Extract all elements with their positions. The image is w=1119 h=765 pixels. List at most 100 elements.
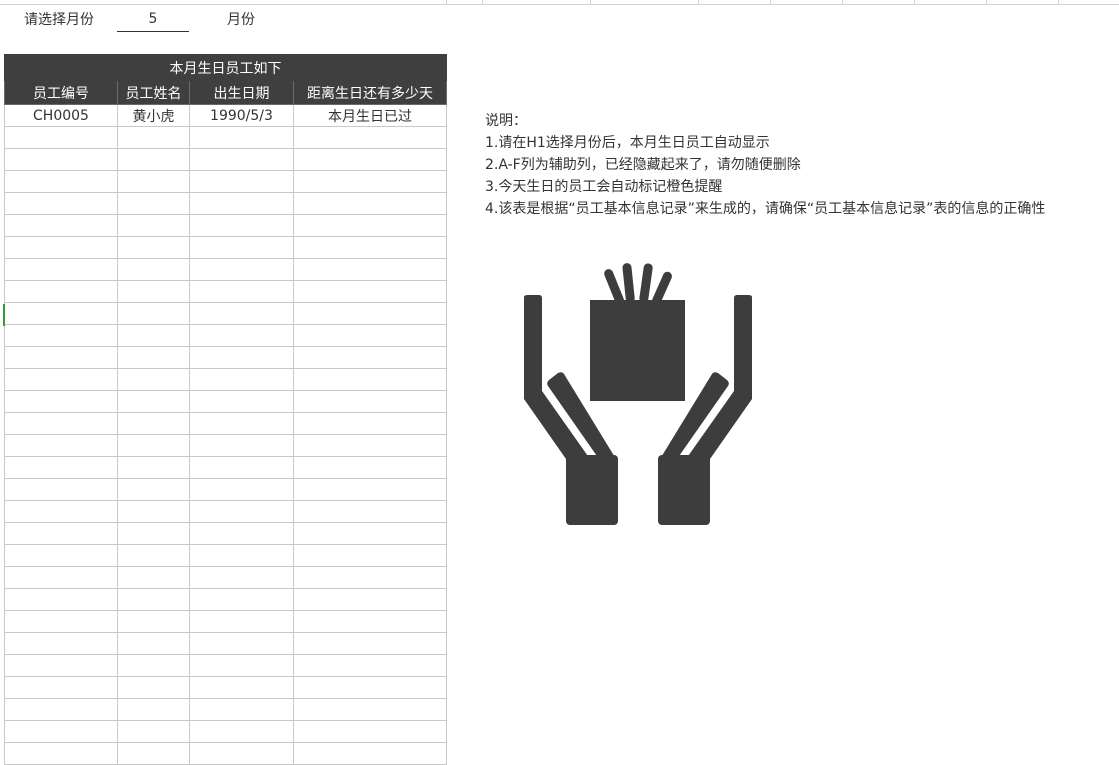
empty-cell[interactable]	[4, 192, 118, 215]
empty-cell[interactable]	[189, 742, 294, 765]
empty-cell[interactable]	[293, 302, 447, 325]
empty-cell[interactable]	[117, 478, 190, 501]
empty-cell[interactable]	[189, 126, 294, 149]
empty-cell[interactable]	[189, 676, 294, 699]
empty-cell[interactable]	[293, 676, 447, 699]
empty-cell[interactable]	[117, 720, 190, 743]
empty-cell[interactable]	[117, 566, 190, 589]
empty-cell[interactable]	[117, 126, 190, 149]
cell-days-until-birthday[interactable]: 本月生日已过	[293, 104, 447, 127]
empty-cell[interactable]	[4, 456, 118, 479]
empty-cell[interactable]	[4, 654, 118, 677]
empty-cell[interactable]	[293, 412, 447, 435]
empty-cell[interactable]	[293, 368, 447, 391]
empty-cell[interactable]	[4, 126, 118, 149]
empty-cell[interactable]	[293, 434, 447, 457]
empty-cell[interactable]	[189, 544, 294, 567]
empty-cell[interactable]	[293, 390, 447, 413]
empty-cell[interactable]	[117, 192, 190, 215]
empty-cell[interactable]	[117, 324, 190, 347]
empty-cell[interactable]	[293, 126, 447, 149]
empty-cell[interactable]	[4, 258, 118, 281]
empty-cell[interactable]	[117, 676, 190, 699]
empty-cell[interactable]	[189, 456, 294, 479]
empty-cell[interactable]	[293, 478, 447, 501]
empty-cell[interactable]	[4, 390, 118, 413]
cell-birth-date[interactable]: 1990/5/3	[189, 104, 294, 127]
empty-cell[interactable]	[117, 588, 190, 611]
empty-cell[interactable]	[117, 236, 190, 259]
empty-cell[interactable]	[4, 214, 118, 237]
empty-cell[interactable]	[293, 324, 447, 347]
empty-cell[interactable]	[293, 346, 447, 369]
empty-cell[interactable]	[4, 368, 118, 391]
empty-cell[interactable]	[189, 588, 294, 611]
empty-cell[interactable]	[4, 742, 118, 765]
empty-cell[interactable]	[189, 698, 294, 721]
empty-cell[interactable]	[4, 544, 118, 567]
empty-cell[interactable]	[4, 632, 118, 655]
empty-cell[interactable]	[4, 500, 118, 523]
empty-cell[interactable]	[293, 522, 447, 545]
empty-cell[interactable]	[189, 368, 294, 391]
empty-cell[interactable]	[293, 632, 447, 655]
empty-cell[interactable]	[189, 632, 294, 655]
empty-cell[interactable]	[293, 214, 447, 237]
empty-cell[interactable]	[189, 654, 294, 677]
empty-cell[interactable]	[117, 170, 190, 193]
empty-cell[interactable]	[4, 280, 118, 303]
empty-cell[interactable]	[117, 412, 190, 435]
empty-cell[interactable]	[189, 478, 294, 501]
empty-cell[interactable]	[189, 148, 294, 171]
month-input[interactable]	[117, 6, 189, 32]
empty-cell[interactable]	[293, 170, 447, 193]
empty-cell[interactable]	[117, 522, 190, 545]
empty-cell[interactable]	[4, 522, 118, 545]
empty-cell[interactable]	[4, 302, 118, 325]
empty-cell[interactable]	[189, 302, 294, 325]
empty-cell[interactable]	[293, 742, 447, 765]
empty-cell[interactable]	[117, 698, 190, 721]
empty-cell[interactable]	[4, 412, 118, 435]
empty-cell[interactable]	[117, 742, 190, 765]
empty-cell[interactable]	[189, 346, 294, 369]
empty-cell[interactable]	[117, 610, 190, 633]
empty-cell[interactable]	[293, 720, 447, 743]
empty-cell[interactable]	[117, 148, 190, 171]
empty-cell[interactable]	[293, 588, 447, 611]
empty-cell[interactable]	[189, 258, 294, 281]
col-header-days-until-birthday[interactable]: 距离生日还有多少天	[293, 80, 447, 105]
empty-cell[interactable]	[117, 544, 190, 567]
empty-cell[interactable]	[189, 236, 294, 259]
empty-cell[interactable]	[4, 610, 118, 633]
empty-cell[interactable]	[293, 544, 447, 567]
empty-cell[interactable]	[117, 346, 190, 369]
empty-cell[interactable]	[117, 258, 190, 281]
empty-cell[interactable]	[117, 434, 190, 457]
empty-cell[interactable]	[4, 566, 118, 589]
empty-cell[interactable]	[117, 302, 190, 325]
empty-cell[interactable]	[293, 258, 447, 281]
empty-cell[interactable]	[189, 500, 294, 523]
empty-cell[interactable]	[4, 170, 118, 193]
empty-cell[interactable]	[189, 324, 294, 347]
empty-cell[interactable]	[293, 698, 447, 721]
empty-cell[interactable]	[189, 610, 294, 633]
empty-cell[interactable]	[117, 500, 190, 523]
empty-cell[interactable]	[189, 192, 294, 215]
empty-cell[interactable]	[189, 280, 294, 303]
cell-employee-name[interactable]: 黄小虎	[117, 104, 190, 127]
empty-cell[interactable]	[293, 148, 447, 171]
empty-cell[interactable]	[293, 192, 447, 215]
empty-cell[interactable]	[189, 170, 294, 193]
empty-cell[interactable]	[4, 720, 118, 743]
empty-cell[interactable]	[293, 610, 447, 633]
empty-cell[interactable]	[117, 632, 190, 655]
col-header-employee-name[interactable]: 员工姓名	[117, 80, 190, 105]
col-header-employee-id[interactable]: 员工编号	[4, 80, 118, 105]
empty-cell[interactable]	[117, 280, 190, 303]
empty-cell[interactable]	[117, 456, 190, 479]
empty-cell[interactable]	[293, 500, 447, 523]
empty-cell[interactable]	[189, 434, 294, 457]
cell-employee-id[interactable]: CH0005	[4, 104, 118, 127]
